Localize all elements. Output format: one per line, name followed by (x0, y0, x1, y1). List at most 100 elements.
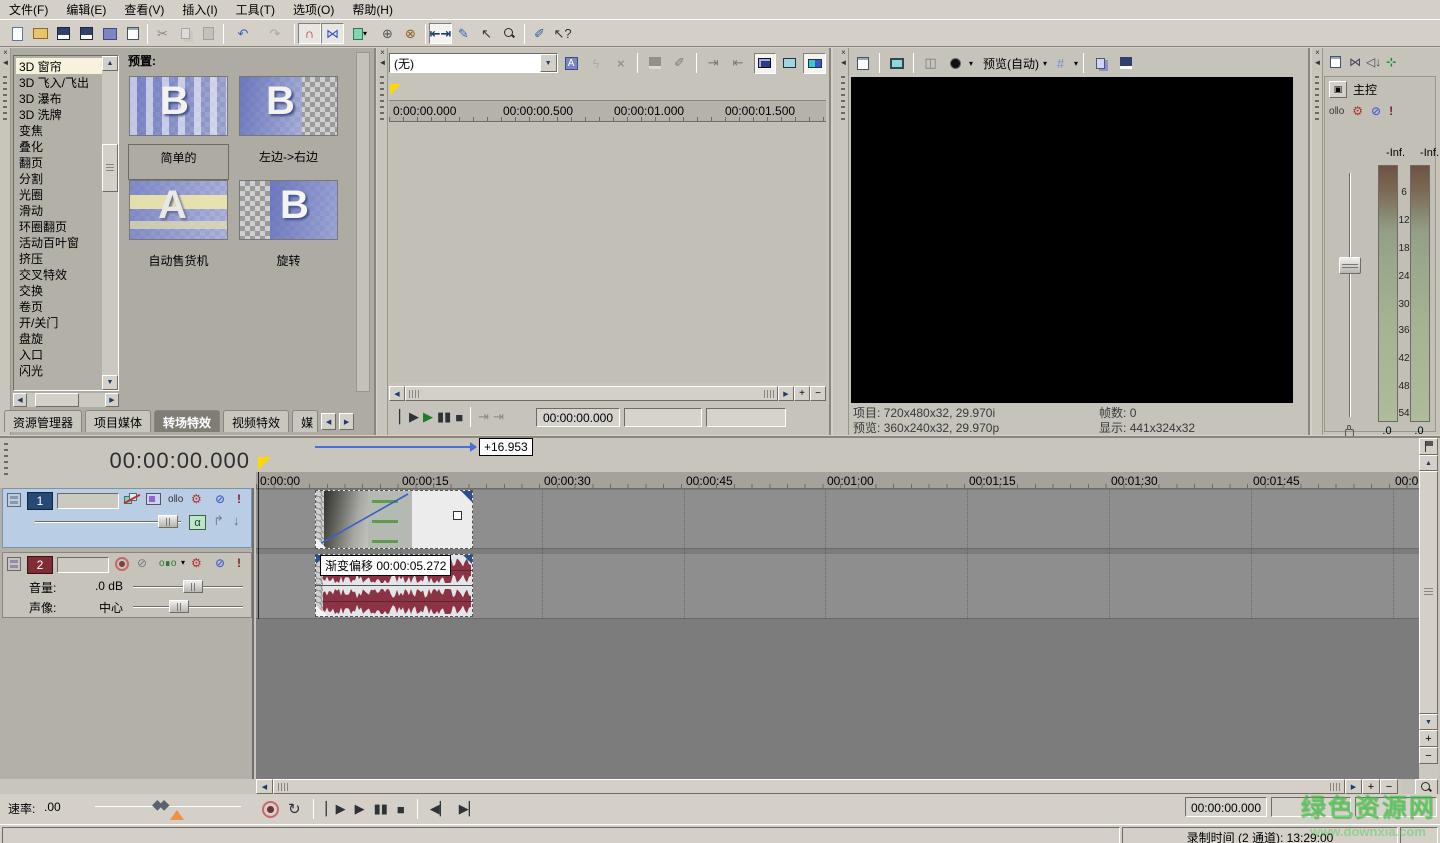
composite-parent-icon[interactable]: ↓ (233, 513, 240, 528)
volume-slider-handle[interactable] (183, 580, 203, 593)
stop-icon[interactable]: ■ (455, 410, 463, 425)
play-icon[interactable]: ▶ (423, 409, 433, 425)
lock-envelopes-icon[interactable]: ⊕ (376, 23, 399, 44)
tabs-scroll-right-icon[interactable]: ▶ (339, 413, 354, 430)
dropdown-arrow-icon[interactable]: ▾ (181, 558, 185, 567)
scroll-up-icon[interactable]: ▲ (102, 56, 118, 71)
enable-snapping-icon[interactable]: ∩ (298, 23, 321, 44)
scroll-right-icon[interactable]: ▶ (778, 386, 794, 401)
scroll-left-icon[interactable]: ◀ (389, 386, 405, 401)
preset-thumbnail[interactable]: B (239, 76, 338, 136)
plugin-help-icon[interactable]: ✐ (668, 53, 691, 74)
invert-phase-icon[interactable]: ⊘ (137, 556, 147, 570)
view-monitor-icon[interactable] (778, 53, 801, 74)
go-to-start-icon[interactable]: ◀▏ (430, 801, 450, 817)
collapse-icon[interactable]: ◄ (839, 59, 848, 68)
track-motion-icon[interactable] (146, 493, 161, 505)
selection-length-field[interactable] (1271, 797, 1351, 817)
view-ab-roll-icon[interactable] (754, 53, 777, 74)
list-item[interactable]: 开/关门 (16, 314, 102, 330)
animate-fx-icon[interactable]: A (560, 53, 583, 74)
redo-icon[interactable]: ↷ (259, 23, 291, 44)
scroll-right-icon[interactable]: ▶ (1345, 779, 1362, 794)
master-solo-icon[interactable]: ! (1389, 104, 1393, 118)
track-fx-icon[interactable]: ⚙ (191, 556, 202, 570)
tab-transitions[interactable]: 转场特效 (154, 410, 220, 432)
pause-icon[interactable]: ▮▮ (374, 801, 388, 817)
record-arm-icon[interactable] (115, 557, 129, 571)
panel-grip[interactable]: × ◄ (0, 48, 11, 435)
whats-this-help-icon[interactable]: ↖? (551, 23, 574, 44)
new-project-icon[interactable] (6, 23, 29, 44)
list-item[interactable]: 3D 窗帘 (16, 58, 102, 74)
hscroll-thumb[interactable] (405, 386, 778, 401)
play-icon[interactable]: ▶ (355, 801, 365, 817)
list-vscrollbar[interactable]: ▲ ▼ (102, 56, 118, 390)
rate-slider-handle[interactable]: ◆◆ (152, 796, 166, 813)
loop-out-icon[interactable]: ⇥ (493, 409, 504, 425)
copy-snapshot-icon[interactable] (1089, 53, 1112, 74)
master-collapse-button[interactable]: ▣ (1329, 81, 1347, 98)
track-fader-mode-icon[interactable]: o∎o (159, 558, 177, 569)
preset-thumbnail[interactable]: B (239, 180, 338, 240)
panel-grip[interactable]: × ◄ (1312, 48, 1323, 435)
loop-playback-icon[interactable]: ↻ (288, 800, 301, 818)
list-item[interactable]: 光圈 (16, 186, 102, 202)
preset-card-vending[interactable]: A 自动售货机 (129, 180, 230, 292)
close-icon[interactable]: × (839, 49, 848, 58)
list-item[interactable]: 活动百叶窗 (16, 234, 102, 250)
zoom-in-icon[interactable]: + (794, 386, 810, 401)
timeline-grip-dots[interactable] (4, 443, 8, 479)
scroll-down-icon[interactable]: ▼ (1419, 714, 1438, 730)
paste-icon[interactable] (197, 23, 220, 44)
clip-corner-handle-icon[interactable] (316, 605, 327, 616)
zoom-out-icon[interactable]: − (810, 386, 826, 401)
master-fader-track[interactable] (1349, 173, 1351, 417)
timeline-marker-yellow[interactable] (258, 457, 271, 470)
scroll-left-icon[interactable]: ◀ (256, 779, 273, 794)
panel-grip[interactable]: × ◄ (838, 48, 849, 435)
properties-icon[interactable] (121, 23, 144, 44)
list-item[interactable]: 3D 飞入/飞出 (16, 74, 102, 90)
mixer-properties-icon[interactable] (1326, 52, 1344, 73)
fade-envelope-line[interactable] (316, 491, 474, 548)
track-header-video-1[interactable]: 1 o‖o ⚙ ⊘ ! α ↱ ↓ (2, 488, 252, 548)
zoom-edit-tool-icon[interactable] (498, 23, 521, 44)
downmix-output-icon[interactable]: ⋈ (1349, 55, 1361, 69)
fx-hscrollbar[interactable]: ◀ ▶ + − (389, 386, 826, 401)
selection-end-field[interactable] (1355, 797, 1437, 817)
record-button[interactable] (262, 801, 279, 818)
close-icon[interactable]: × (1313, 49, 1322, 58)
tab-media-generators[interactable]: 媒 (292, 410, 318, 432)
scroll-up-icon[interactable]: ▲ (1419, 455, 1438, 471)
menu-options[interactable]: 选项(O) (284, 0, 343, 21)
track-level-slider-handle[interactable] (158, 515, 178, 528)
edit-cursor[interactable] (258, 472, 259, 619)
list-item[interactable]: 盘旋 (16, 330, 102, 346)
preset-card-simple[interactable]: B 简单的 (129, 76, 230, 188)
track-header-audio-2[interactable]: 2 ⊘ o∎o ▾ ⚙ ⊘ ! 音量: .0 dB 声像: 中心 (2, 552, 252, 618)
video-clip-event[interactable] (315, 490, 473, 549)
open-icon[interactable] (29, 23, 52, 44)
undo-icon[interactable]: ↶ (227, 23, 259, 44)
paint-tool-icon[interactable]: ✐ (528, 23, 551, 44)
preset-dropdown[interactable]: (无) ▼ (389, 53, 558, 73)
publish-icon[interactable] (98, 23, 121, 44)
master-fx-icon[interactable]: ⚙ (1352, 104, 1363, 118)
fade-handle-icon[interactable] (461, 491, 472, 502)
project-properties-icon[interactable] (851, 53, 874, 74)
list-item[interactable]: 挤压 (16, 250, 102, 266)
close-icon[interactable]: × (378, 49, 387, 58)
rate-slider-track[interactable] (95, 806, 241, 807)
fx-field-2[interactable] (624, 408, 702, 427)
overlay-circle-icon[interactable] (944, 53, 967, 74)
timeline-ruler[interactable]: 0:00:00 00:00:15 00:00:30 00:00:45 00:01… (256, 472, 1419, 489)
menu-edit[interactable]: 编辑(E) (57, 0, 115, 21)
preset-card-left-right[interactable]: B 左边->右边 (239, 76, 340, 188)
safe-area-grid-icon[interactable]: # (1049, 53, 1072, 74)
split-screen-icon[interactable]: ◫ (919, 53, 942, 74)
track-minimize-icon[interactable] (7, 557, 21, 571)
track-name-field[interactable] (57, 557, 109, 573)
tab-explorer[interactable]: 资源管理器 (4, 410, 82, 432)
marker-tool-button[interactable] (1419, 438, 1438, 455)
